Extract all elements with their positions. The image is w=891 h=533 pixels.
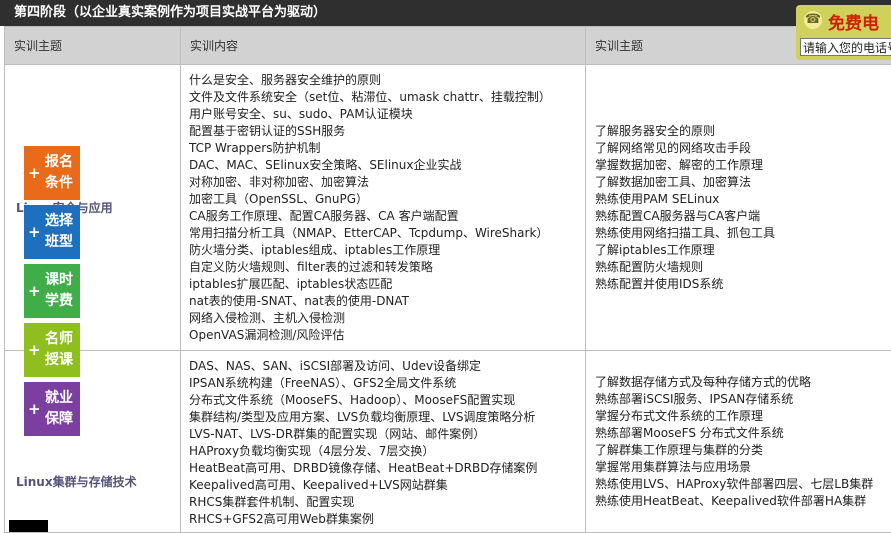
content-line: Keepalived高可用、Keepalived+LVS网站群集 bbox=[189, 477, 585, 494]
side-menu-label: 就业保障 bbox=[42, 388, 76, 430]
goal-cell: 了解数据存储方式及每种存储方式的优略 熟练部署iSCSI服务、IPSAN存储系统… bbox=[586, 351, 891, 533]
stage-header: 第四阶段（以企业真实案例作为项目实战平台为驱动） bbox=[0, 0, 891, 26]
content-line: RHCS+GFS2高可用Web群集案例 bbox=[189, 511, 585, 528]
plus-icon: + bbox=[28, 223, 41, 241]
content-line: OpenVAS漏洞检测/风险评估 bbox=[189, 327, 585, 344]
goal-cell: 了解服务器安全的原则 了解网络常见的网络攻击手段 掌握数据加密、解密的工作原理 … bbox=[586, 65, 891, 351]
content-line: HAProxy负载均衡实现（4层分发、7层交换） bbox=[189, 443, 585, 460]
goal-line: 熟练使用PAM SELinux bbox=[595, 191, 891, 208]
side-menu-label: 课时学费 bbox=[42, 270, 76, 312]
goal-line: 熟练配置防火墙规则 bbox=[595, 259, 891, 276]
goal-line: 了解网络常见的网络攻击手段 bbox=[595, 140, 891, 157]
content-line: iptables扩展匹配、iptables状态匹配 bbox=[189, 276, 585, 293]
plus-icon: + bbox=[28, 164, 41, 182]
goal-line: 熟练使用HeatBeat、Keepalived软件部署HA集群 bbox=[595, 493, 891, 510]
content-line: 防火墙分类、iptables组成、iptables工作原理 bbox=[189, 242, 585, 259]
goal-line: 了解数据存储方式及每种存储方式的优略 bbox=[595, 374, 891, 391]
goal-line: 熟练配置CA服务器与CA客户端 bbox=[595, 208, 891, 225]
topic-cell: Linux集群与存储技术 bbox=[5, 351, 181, 533]
content-line: 对称加密、非对称加密、加密算法 bbox=[189, 174, 585, 191]
side-menu-teachers[interactable]: + 名师授课 bbox=[24, 323, 80, 377]
goal-line: 了解服务器安全的原则 bbox=[595, 123, 891, 140]
content-line: 用户账号安全、su、sudo、PAM认证模块 bbox=[189, 106, 585, 123]
phone-icon: ☎ bbox=[804, 11, 822, 29]
content-line: nat表的使用-SNAT、nat表的使用-DNAT bbox=[189, 293, 585, 310]
content-line: HeatBeat高可用、DRBD镜像存储、HeatBeat+DRBD存储案例 bbox=[189, 460, 585, 477]
goal-line: 掌握分布式文件系统的工作原理 bbox=[595, 408, 891, 425]
side-menu-hours-fees[interactable]: + 课时学费 bbox=[24, 264, 80, 318]
free-call-widget: ☎ 免费电 请输入您的电话号 bbox=[796, 5, 891, 60]
content-line: 文件及文件系统安全（set位、粘滞位、umask chattr、挂载控制） bbox=[189, 89, 585, 106]
column-header-content: 实训内容 bbox=[181, 27, 586, 65]
content-line: 集群结构/类型及应用方案、LVS负载均衡原理、LVS调度策略分析 bbox=[189, 409, 585, 426]
topic-label: Linux集群与存储技术 bbox=[6, 473, 179, 490]
content-line: CA服务工作原理、配置CA服务器、CA 客户端配置 bbox=[189, 208, 585, 225]
content-line: TCP Wrappers防护机制 bbox=[189, 140, 585, 157]
content-line: 配置基于密钥认证的SSH服务 bbox=[189, 123, 585, 140]
content-line: LVS-NAT、LVS-DR群集的配置实现（网站、邮件案例） bbox=[189, 426, 585, 443]
side-menu-enroll-conditions[interactable]: + 报名条件 bbox=[24, 146, 80, 200]
content-cell: DAS、NAS、SAN、iSCSI部署及访问、Udev设备绑定 IPSAN系统构… bbox=[181, 351, 586, 533]
goal-line: 熟练使用LVS、HAProxy软件部署四层、七层LB集群 bbox=[595, 476, 891, 493]
side-menu-class-type[interactable]: + 选择班型 bbox=[24, 205, 80, 259]
goal-line: 掌握常用集群算法与应用场景 bbox=[595, 459, 891, 476]
content-line: IPSAN系统构建（FreeNAS）、GFS2全局文件系统 bbox=[189, 375, 585, 392]
side-menu-label: 选择班型 bbox=[42, 211, 76, 253]
content-line: 分布式文件系统（MooseFS、Hadoop）、MooseFS配置实现 bbox=[189, 392, 585, 409]
content-line: 网络入侵检测、主机入侵检测 bbox=[189, 310, 585, 327]
goal-line: 熟练使用网络扫描工具、抓包工具 bbox=[595, 225, 891, 242]
side-menu-employment[interactable]: + 就业保障 bbox=[24, 382, 80, 436]
goal-line: 掌握数据加密、解密的工作原理 bbox=[595, 157, 891, 174]
free-call-title[interactable]: 免费电 bbox=[828, 9, 879, 34]
column-header-topic: 实训主题 bbox=[5, 27, 181, 65]
goal-line: 了解数据加密工具、加密算法 bbox=[595, 174, 891, 191]
table-header-row: 实训主题 实训内容 实训主题 bbox=[5, 27, 891, 65]
curriculum-table: 实训主题 实训内容 实训主题 Linux安全与应用 什么是安全、服务器安全维护的… bbox=[4, 26, 891, 533]
content-line: DAS、NAS、SAN、iSCSI部署及访问、Udev设备绑定 bbox=[189, 358, 585, 375]
table-row: Linux集群与存储技术 DAS、NAS、SAN、iSCSI部署及访问、Udev… bbox=[5, 351, 891, 533]
content-line: DAC、MAC、SElinux安全策略、SElinux企业实战 bbox=[189, 157, 585, 174]
plus-icon: + bbox=[28, 400, 41, 418]
goal-line: 熟练配置并使用IDS系统 bbox=[595, 276, 891, 293]
plus-icon: + bbox=[28, 341, 41, 359]
content-cell: 什么是安全、服务器安全维护的原则 文件及文件系统安全（set位、粘滞位、umas… bbox=[181, 65, 586, 351]
goal-line: 熟练部署MooseFS 分布式文件系统 bbox=[595, 425, 891, 442]
content-line: 什么是安全、服务器安全维护的原则 bbox=[189, 72, 585, 89]
side-menu-label: 名师授课 bbox=[42, 329, 76, 371]
content-line: 常用扫描分析工具（NMAP、EtterCAP、Tcpdump、WireShark… bbox=[189, 225, 585, 242]
phone-number-input[interactable]: 请输入您的电话号 bbox=[800, 38, 891, 56]
goal-line: 了解群集工作原理与集群的分类 bbox=[595, 442, 891, 459]
side-menu-label: 报名条件 bbox=[42, 152, 76, 194]
content-line: RHCS集群套件机制、配置实现 bbox=[189, 494, 585, 511]
content-line: 自定义防火墙规则、filter表的过滤和转发策略 bbox=[189, 259, 585, 276]
goal-line: 熟练部署iSCSI服务、IPSAN存储系统 bbox=[595, 391, 891, 408]
table-row: Linux安全与应用 什么是安全、服务器安全维护的原则 文件及文件系统安全（se… bbox=[5, 65, 891, 351]
plus-icon: + bbox=[28, 282, 41, 300]
content-line: 加密工具（OpenSSL、GnuPG） bbox=[189, 191, 585, 208]
corner-block bbox=[9, 520, 48, 532]
goal-line: 了解iptables工作原理 bbox=[595, 242, 891, 259]
